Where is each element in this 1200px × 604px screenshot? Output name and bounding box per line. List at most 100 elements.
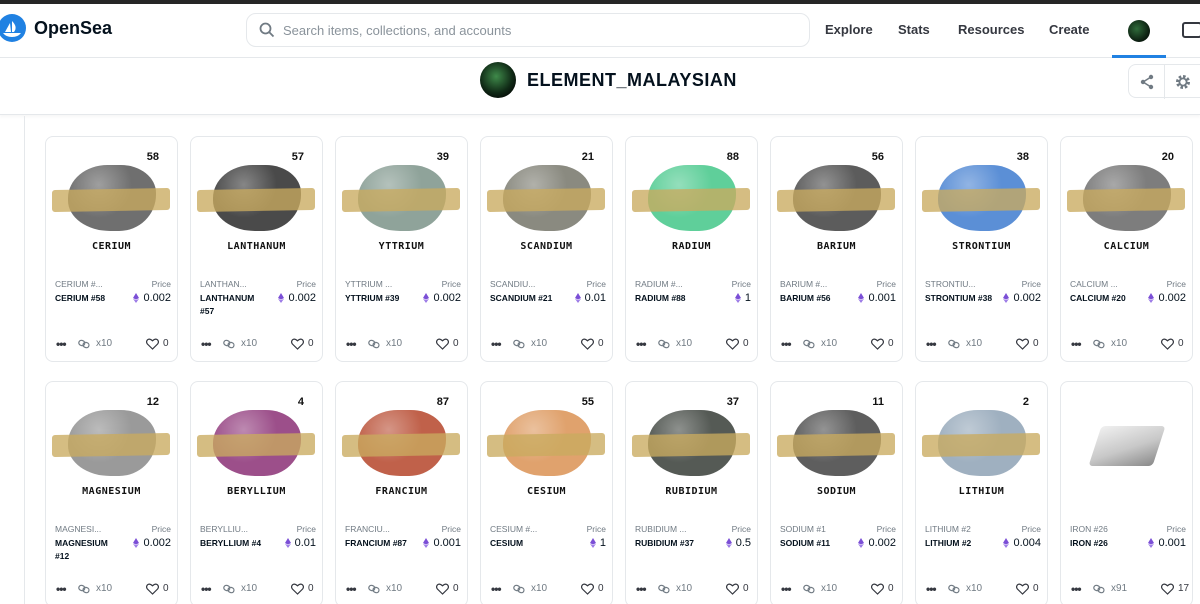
asset-card[interactable]: 55 CESIUM CESIUM #... Price CESIUM 1 •••… [480,381,613,604]
asset-image[interactable]: 88 RADIUM [626,137,757,273]
asset-image[interactable]: 58 CERIUM [46,137,177,273]
heart-icon[interactable] [291,583,304,595]
heart-icon[interactable] [1161,338,1174,350]
asset-name[interactable]: STRONTIUM #38 [925,292,993,305]
nav-stats[interactable]: Stats [898,22,930,37]
asset-image[interactable]: 2 LITHIUM [916,382,1047,518]
heart-icon[interactable] [146,338,159,350]
more-options-button[interactable]: ••• [926,582,937,596]
asset-card[interactable]: 87 FRANCIUM FRANCIU... Price FRANCIUM #8… [335,381,468,604]
link-icon[interactable] [948,584,960,594]
asset-image[interactable]: 87 FRANCIUM [336,382,467,518]
search-input[interactable] [283,22,783,38]
nav-create[interactable]: Create [1049,22,1089,37]
asset-card[interactable]: 2 LITHIUM LITHIUM #2 Price LITHIUM #2 0.… [915,381,1048,604]
heart-icon[interactable] [726,583,739,595]
asset-card[interactable]: 20 CALCIUM CALCIUM ... Price CALCIUM #20… [1060,136,1193,362]
more-options-button[interactable]: ••• [491,582,502,596]
more-options-button[interactable]: ••• [636,582,647,596]
heart-icon[interactable] [1161,583,1174,595]
heart-icon[interactable] [436,583,449,595]
asset-name[interactable]: RADIUM #88 [635,292,703,305]
link-icon[interactable] [368,584,380,594]
more-options-button[interactable]: ••• [1071,337,1082,351]
asset-card[interactable]: IRON #26 Price IRON #26 0.001 ••• x91 17 [1060,381,1193,604]
asset-image[interactable]: 55 CESIUM [481,382,612,518]
asset-image[interactable]: 38 STRONTIUM [916,137,1047,273]
share-button[interactable] [1129,65,1165,99]
heart-icon[interactable] [146,583,159,595]
link-icon[interactable] [223,339,235,349]
heart-icon[interactable] [871,338,884,350]
link-icon[interactable] [223,584,235,594]
heart-icon[interactable] [436,338,449,350]
asset-card[interactable]: 11 SODIUM SODIUM #1 Price SODIUM #11 0.0… [770,381,903,604]
asset-image[interactable]: 4 BERYLLIUM [191,382,322,518]
asset-image[interactable]: 20 CALCIUM [1061,137,1192,273]
asset-name[interactable]: BERYLLIUM #4 [200,537,268,550]
heart-icon[interactable] [871,583,884,595]
wallet-icon[interactable] [1182,22,1200,38]
link-icon[interactable] [513,584,525,594]
asset-name[interactable]: SCANDIUM #21 [490,292,558,305]
heart-icon[interactable] [1016,583,1029,595]
asset-card[interactable]: 57 LANTHANUM LANTHAN... Price LANTHANUM … [190,136,323,362]
more-options-button[interactable]: ••• [201,582,212,596]
asset-card[interactable]: 38 STRONTIUM STRONTIU... Price STRONTIUM… [915,136,1048,362]
asset-name[interactable]: IRON #26 [1070,537,1138,550]
link-icon[interactable] [803,584,815,594]
asset-card[interactable]: 56 BARIUM BARIUM #... Price BARIUM #56 0… [770,136,903,362]
asset-name[interactable]: CERIUM #58 [55,292,123,305]
opensea-logo[interactable]: OpenSea [0,14,112,42]
link-icon[interactable] [78,584,90,594]
link-icon[interactable] [948,339,960,349]
more-options-button[interactable]: ••• [56,337,67,351]
asset-name[interactable]: CALCIUM #20 [1070,292,1138,305]
link-icon[interactable] [368,339,380,349]
asset-card[interactable]: 39 YTTRIUM YTTRIUM ... Price YTTRIUM #39… [335,136,468,362]
more-options-button[interactable]: ••• [56,582,67,596]
asset-name[interactable]: YTTRIUM #39 [345,292,413,305]
asset-image[interactable]: 12 MAGNESIUM [46,382,177,518]
link-icon[interactable] [658,339,670,349]
asset-card[interactable]: 58 CERIUM CERIUM #... Price CERIUM #58 0… [45,136,178,362]
asset-name[interactable]: CESIUM [490,537,558,550]
asset-card[interactable]: 21 SCANDIUM SCANDIU... Price SCANDIUM #2… [480,136,613,362]
profile-avatar[interactable] [1128,20,1150,42]
link-icon[interactable] [513,339,525,349]
asset-image[interactable]: 56 BARIUM [771,137,902,273]
heart-icon[interactable] [291,338,304,350]
heart-icon[interactable] [1016,338,1029,350]
asset-card[interactable]: 4 BERYLLIUM BERYLLIU... Price BERYLLIUM … [190,381,323,604]
nav-explore[interactable]: Explore [825,22,873,37]
asset-name[interactable]: FRANCIUM #87 [345,537,413,550]
asset-name[interactable]: SODIUM #11 [780,537,848,550]
heart-icon[interactable] [726,338,739,350]
asset-card[interactable]: 88 RADIUM RADIUM #... Price RADIUM #88 1… [625,136,758,362]
more-options-button[interactable]: ••• [346,337,357,351]
asset-name[interactable]: BARIUM #56 [780,292,848,305]
asset-image[interactable]: 37 RUBIDIUM [626,382,757,518]
more-options-button[interactable]: ••• [491,337,502,351]
link-icon[interactable] [803,339,815,349]
more-options-button[interactable]: ••• [1071,582,1082,596]
link-icon[interactable] [658,584,670,594]
nav-resources[interactable]: Resources [958,22,1024,37]
heart-icon[interactable] [581,583,594,595]
link-icon[interactable] [78,339,90,349]
asset-name[interactable]: MAGNESIUM #12 [55,537,123,563]
more-options-button[interactable]: ••• [781,582,792,596]
asset-image[interactable]: 11 SODIUM [771,382,902,518]
more-options-button[interactable]: ••• [926,337,937,351]
asset-name[interactable]: RUBIDIUM #37 [635,537,703,550]
asset-image[interactable] [1061,382,1192,518]
more-options-button[interactable]: ••• [346,582,357,596]
search-bar[interactable] [246,13,810,47]
asset-image[interactable]: 39 YTTRIUM [336,137,467,273]
more-options-button[interactable]: ••• [636,337,647,351]
more-options-button[interactable]: ••• [201,337,212,351]
asset-card[interactable]: 37 RUBIDIUM RUBIDIUM ... Price RUBIDIUM … [625,381,758,604]
heart-icon[interactable] [581,338,594,350]
asset-name[interactable]: LANTHANUM #57 [200,292,268,318]
settings-button[interactable] [1165,65,1200,99]
